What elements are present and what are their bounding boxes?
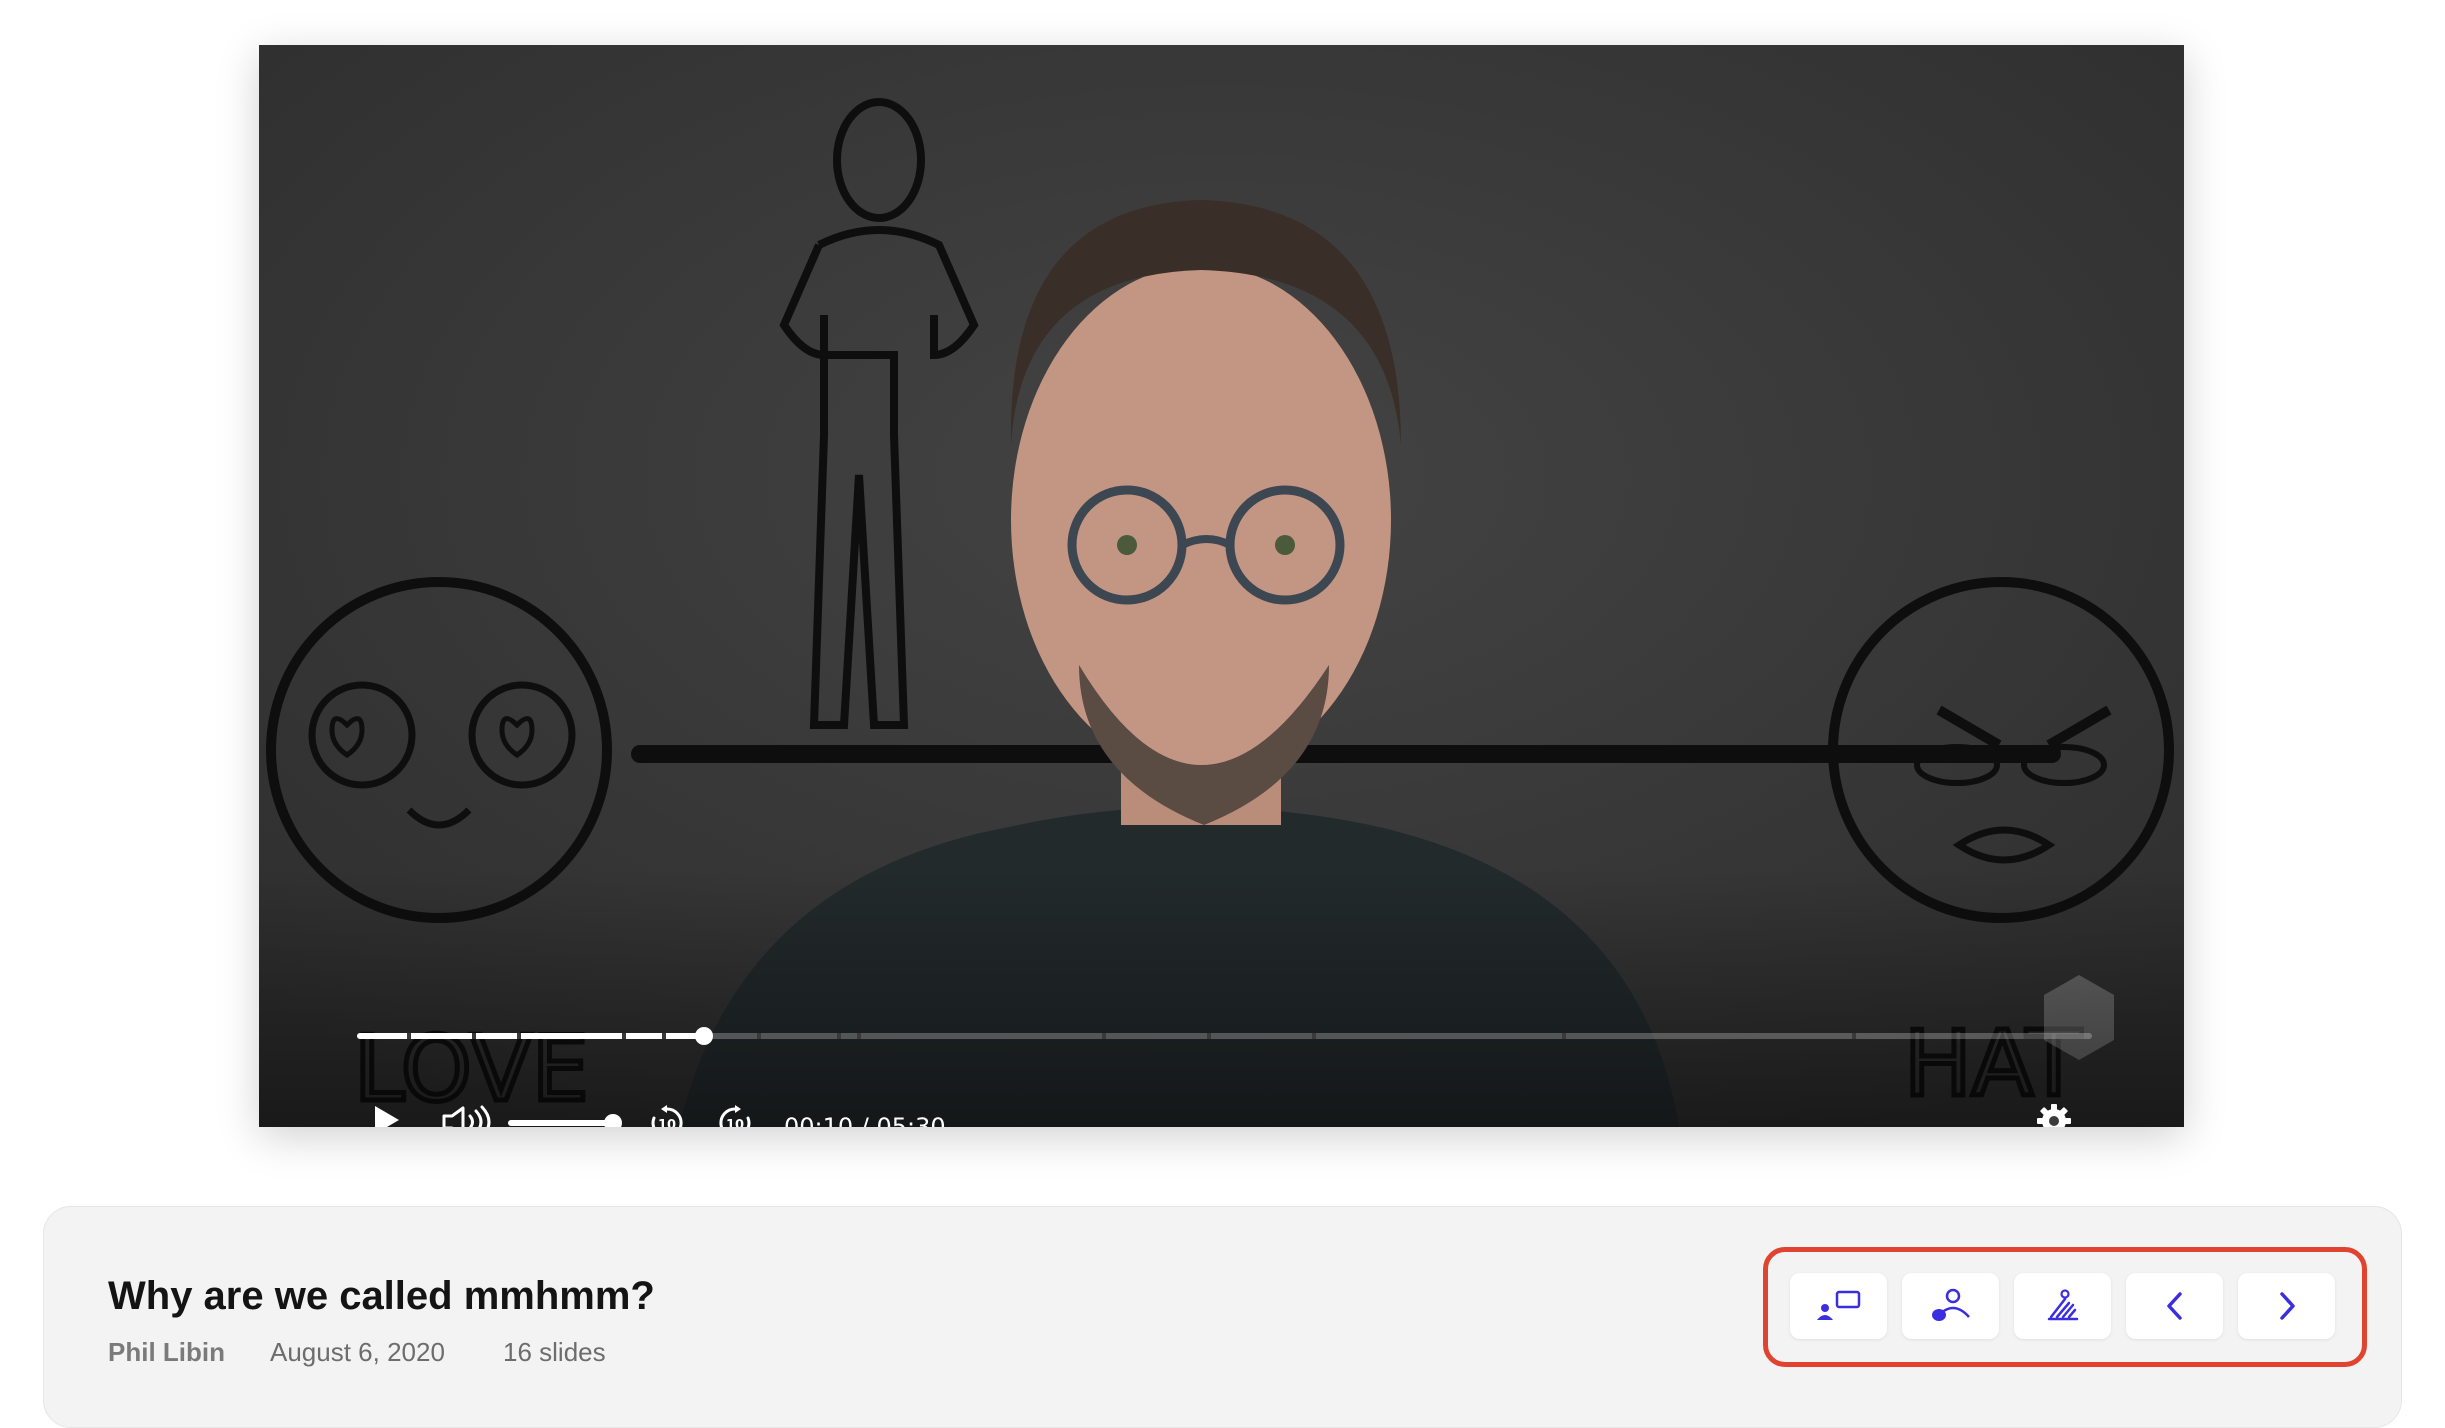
rewind-10-icon: 10 bbox=[651, 1105, 683, 1127]
rewind-label: 10 bbox=[658, 1118, 676, 1127]
gear-icon bbox=[2037, 1104, 2071, 1127]
volume-slider[interactable] bbox=[508, 1114, 622, 1127]
chapter-marker bbox=[472, 1033, 476, 1039]
forward-10-icon: 10 bbox=[719, 1105, 751, 1127]
slide-count: 16 slides bbox=[503, 1337, 606, 1367]
play-icon bbox=[375, 1106, 399, 1127]
chapter-marker bbox=[837, 1033, 841, 1039]
time-readout: 00:10 / 05:30 bbox=[784, 1113, 946, 1127]
chevron-left-icon bbox=[2166, 1292, 2182, 1320]
presenter-slide-button[interactable] bbox=[1790, 1273, 1887, 1339]
presenter-slide-icon bbox=[1816, 1290, 1860, 1320]
previous-slide-button[interactable] bbox=[2126, 1273, 2223, 1339]
video-title: Why are we called mmhmm? bbox=[108, 1274, 655, 1318]
volume-icon bbox=[442, 1105, 491, 1127]
chapter-marker bbox=[517, 1033, 521, 1039]
presenter-only-icon bbox=[1931, 1288, 1970, 1321]
slide-only-button[interactable] bbox=[2014, 1273, 2111, 1339]
chapter-marker bbox=[1207, 1033, 1211, 1039]
presenter-only-button[interactable] bbox=[1902, 1273, 1999, 1339]
volume-level bbox=[508, 1120, 613, 1126]
chevron-right-icon bbox=[2279, 1292, 2295, 1320]
controls-gradient bbox=[259, 867, 2184, 1127]
forward-10-button[interactable]: 10 bbox=[716, 1104, 754, 1127]
chapter-marker bbox=[407, 1033, 411, 1039]
chapter-marker bbox=[622, 1033, 626, 1039]
chapter-marker bbox=[757, 1033, 761, 1039]
volume-button[interactable] bbox=[441, 1105, 493, 1127]
slide-only-icon bbox=[2047, 1289, 2078, 1321]
forward-label: 10 bbox=[726, 1118, 744, 1127]
video-player[interactable]: LOVE HAT bbox=[259, 45, 2184, 1127]
author-name: Phil Libin bbox=[108, 1337, 225, 1367]
chapter-marker bbox=[662, 1033, 666, 1039]
play-button[interactable] bbox=[369, 1103, 403, 1127]
progress-scrubber[interactable] bbox=[695, 1027, 713, 1045]
chapter-marker bbox=[1312, 1033, 1316, 1039]
chapter-marker bbox=[1562, 1033, 1566, 1039]
chapter-marker bbox=[1852, 1033, 1856, 1039]
settings-button[interactable] bbox=[2034, 1101, 2074, 1127]
chapter-marker bbox=[1102, 1033, 1106, 1039]
chapter-marker bbox=[857, 1033, 861, 1039]
next-slide-button[interactable] bbox=[2238, 1273, 2335, 1339]
progress-bar[interactable] bbox=[357, 1027, 2092, 1045]
publish-date: August 6, 2020 bbox=[270, 1337, 445, 1367]
rewind-10-button[interactable]: 10 bbox=[648, 1104, 686, 1127]
volume-handle[interactable] bbox=[604, 1114, 622, 1127]
